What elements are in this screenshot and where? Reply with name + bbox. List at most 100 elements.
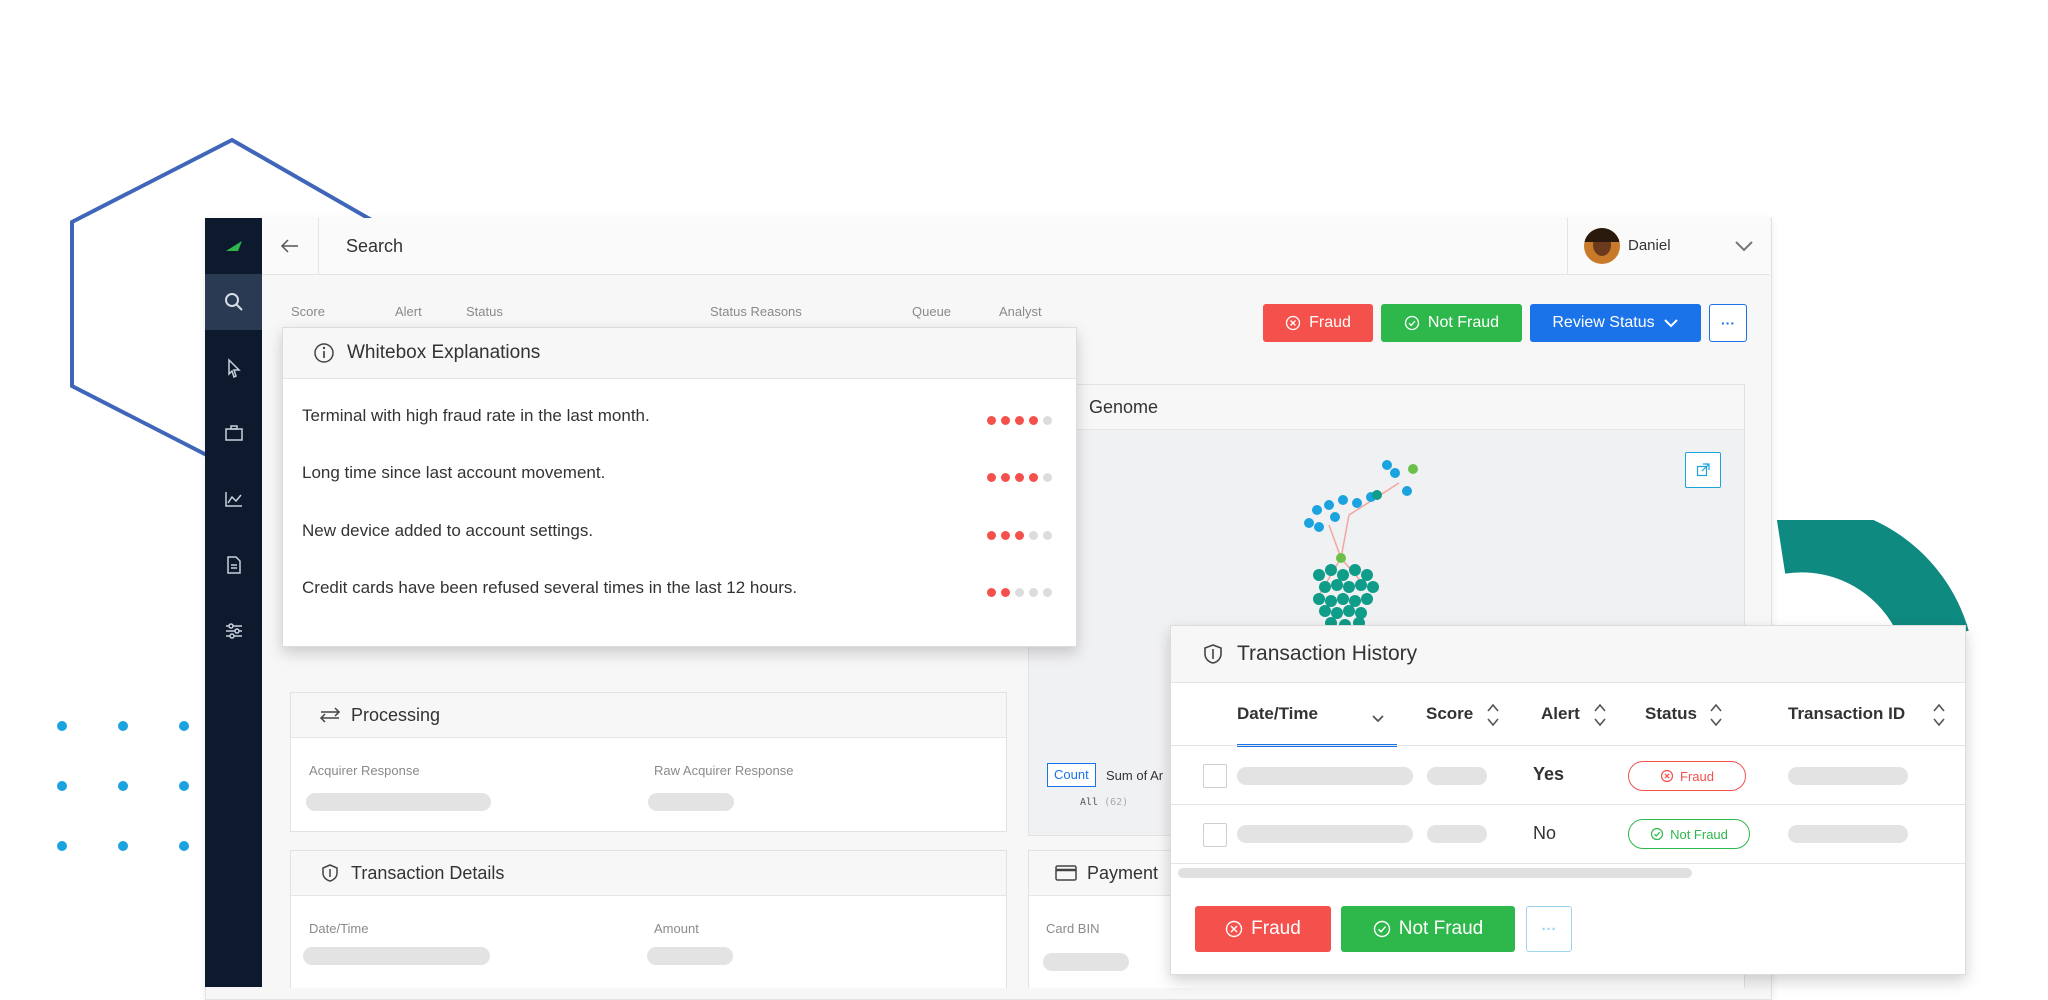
row-checkbox[interactable] — [1203, 764, 1227, 788]
sidebar — [205, 218, 262, 987]
table-row[interactable]: Yes Fraud — [1171, 746, 1965, 805]
fraud-button-label: Fraud — [1309, 314, 1351, 331]
severity-dot-filled — [987, 473, 996, 482]
list-item: Credit cards have been refused several t… — [302, 578, 1062, 602]
transaction-history-card: Transaction History Date/Time Score Aler… — [1170, 625, 1966, 975]
severity-dot-filled — [1001, 588, 1010, 597]
count-tab[interactable]: Count — [1047, 763, 1096, 787]
briefcase-icon[interactable] — [205, 408, 262, 458]
check-circle-icon — [1373, 920, 1390, 938]
chevron-down-icon — [1663, 319, 1678, 328]
severity-dot-filled — [1015, 473, 1024, 482]
date-time-placeholder — [1237, 767, 1413, 785]
score-placeholder — [1427, 825, 1487, 843]
user-name: Daniel — [1628, 237, 1671, 254]
list-item: Long time since last account movement. — [302, 463, 1062, 487]
column-header-date-time[interactable]: Date/Time — [1237, 682, 1397, 747]
fraud-button[interactable]: Fraud — [1263, 304, 1373, 342]
not-fraud-button-label: Not Fraud — [1427, 314, 1500, 331]
filter-status[interactable]: Status — [466, 304, 503, 319]
column-header-alert[interactable]: Alert — [1541, 682, 1631, 744]
avatar — [1584, 228, 1620, 264]
history-fraud-button[interactable]: Fraud — [1195, 906, 1331, 952]
filter-analyst[interactable]: Analyst — [999, 304, 1042, 319]
info-icon — [314, 343, 334, 363]
filter-alert[interactable]: Alert — [395, 304, 422, 319]
x-circle-icon — [1660, 769, 1674, 783]
column-label: Score — [1426, 704, 1474, 723]
back-arrow-icon[interactable] — [262, 218, 319, 274]
top-bar: Search Daniel — [262, 218, 1770, 275]
chevron-down-icon[interactable] — [1734, 240, 1754, 252]
payment-title: Payment — [1087, 862, 1159, 883]
x-circle-icon — [1285, 315, 1301, 331]
history-not-fraud-button[interactable]: Not Fraud — [1341, 906, 1515, 952]
whitebox-explanations-card: Whitebox Explanations Terminal with high… — [282, 327, 1077, 647]
severity-dot-empty — [1015, 588, 1024, 597]
column-header-status[interactable]: Status — [1645, 682, 1745, 744]
sort-icon — [1594, 703, 1606, 727]
filter-queue[interactable]: Queue — [912, 304, 951, 319]
severity-dots — [982, 527, 1052, 545]
status-badge: Not Fraud — [1628, 819, 1750, 849]
severity-dot-filled — [987, 416, 996, 425]
all-count: (62) — [1104, 797, 1129, 808]
column-label: Date/Time — [1237, 704, 1318, 723]
search-icon[interactable] — [205, 274, 262, 330]
severity-dot-empty — [1043, 416, 1052, 425]
transaction-history-header: Transaction History — [1171, 626, 1965, 683]
search-label[interactable]: Search — [346, 236, 403, 257]
severity-dot-empty — [1043, 473, 1052, 482]
acquirer-response-label: Acquirer Response — [309, 763, 420, 778]
severity-dot-filled — [1015, 416, 1024, 425]
logo-icon — [205, 218, 262, 274]
raw-acquirer-response-label: Raw Acquirer Response — [654, 763, 794, 778]
filter-status-reasons[interactable]: Status Reasons — [710, 304, 802, 319]
external-link-icon[interactable] — [1685, 452, 1721, 488]
sum-tab[interactable]: Sum of Ar — [1106, 768, 1163, 783]
date-time-placeholder — [303, 947, 490, 965]
genome-title: Genome — [1089, 396, 1159, 417]
table-row[interactable]: No Not Fraud — [1171, 805, 1965, 864]
cursor-icon[interactable] — [205, 343, 262, 393]
row-checkbox[interactable] — [1203, 823, 1227, 847]
sort-icon — [1933, 703, 1945, 727]
transaction-details-title: Transaction Details — [351, 862, 505, 883]
chart-icon[interactable] — [205, 474, 262, 524]
explanation-text: Credit cards have been refused several t… — [302, 578, 798, 597]
column-label: Transaction ID — [1788, 704, 1906, 723]
document-icon[interactable] — [205, 540, 262, 590]
explanation-text: Terminal with high fraud rate in the las… — [302, 406, 650, 425]
severity-dot-empty — [1043, 588, 1052, 597]
sort-icon — [1487, 703, 1499, 727]
not-fraud-button[interactable]: Not Fraud — [1381, 304, 1522, 342]
date-time-placeholder — [1237, 825, 1413, 843]
column-header-transaction-id[interactable]: Transaction ID — [1788, 682, 1958, 744]
shield-icon — [1204, 644, 1222, 664]
whitebox-title: Whitebox Explanations — [347, 342, 541, 363]
severity-dot-filled — [1001, 473, 1010, 482]
horizontal-scrollbar[interactable] — [1178, 868, 1692, 878]
status-label: Fraud — [1680, 768, 1714, 784]
sliders-icon[interactable] — [205, 606, 262, 656]
user-menu[interactable]: Daniel — [1567, 218, 1771, 274]
processing-title: Processing — [351, 704, 441, 725]
explanation-text: New device added to account settings. — [302, 521, 594, 540]
severity-dot-filled — [1001, 416, 1010, 425]
status-badge: Fraud — [1628, 761, 1746, 791]
list-item: New device added to account settings. — [302, 521, 1062, 545]
severity-dot-empty — [1029, 531, 1038, 540]
filter-score[interactable]: Score — [291, 304, 325, 319]
severity-dot-filled — [987, 588, 996, 597]
transaction-details-panel: Transaction Details Date/Time Amount — [290, 850, 1007, 988]
column-header-score[interactable]: Score — [1426, 682, 1526, 744]
status-label: Not Fraud — [1670, 826, 1728, 842]
severity-dots — [982, 469, 1052, 487]
severity-dot-empty — [1043, 531, 1052, 540]
severity-dot-filled — [1029, 416, 1038, 425]
history-more-button[interactable]: ··· — [1526, 906, 1572, 952]
all-filter[interactable]: All (62) — [1080, 797, 1128, 808]
review-status-button[interactable]: Review Status — [1530, 304, 1701, 342]
all-label: All — [1080, 797, 1099, 808]
more-options-button[interactable]: ··· — [1709, 304, 1747, 342]
